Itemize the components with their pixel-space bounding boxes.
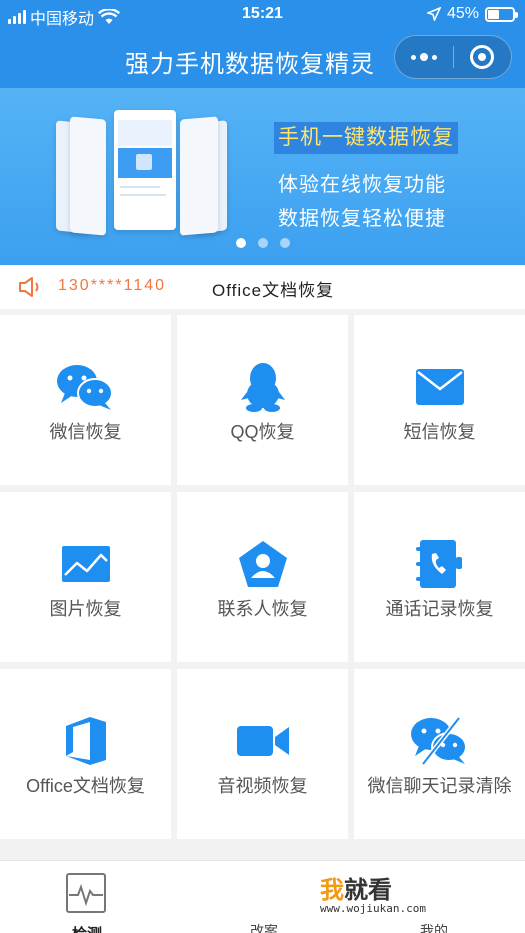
video-camera-icon [236, 726, 289, 756]
speaker-icon [19, 277, 39, 297]
feature-label: 音视频恢复 [217, 776, 308, 796]
contact-icon [238, 541, 287, 587]
picture-icon [61, 546, 110, 582]
feature-label: 联系人恢复 [217, 599, 308, 619]
sms-recovery-button[interactable]: 短信恢复 [354, 315, 525, 485]
watermark-logo: 我就看 www.wojiukan.com [230, 862, 520, 920]
feature-label: QQ恢复 [230, 422, 295, 442]
wechat-clear-button[interactable]: 微信聊天记录清除 [354, 669, 525, 839]
wechat-clear-icon [410, 716, 467, 766]
wechat-icon [56, 365, 113, 410]
carousel-dot[interactable] [257, 238, 268, 248]
close-ring-icon [470, 45, 495, 69]
feature-label: Office文档恢复 [26, 776, 145, 796]
tab-check[interactable]: 检测 [62, 869, 112, 933]
picture-recovery-button[interactable]: 图片恢复 [0, 492, 171, 662]
notice-phone: 130****1140 [58, 277, 167, 294]
battery-percent: 45% [446, 5, 479, 22]
call-log-recovery-button[interactable]: 通话记录恢复 [354, 492, 525, 662]
close-button[interactable] [454, 36, 512, 78]
office-recovery-button[interactable]: Office文档恢复 [0, 669, 171, 839]
media-recovery-button[interactable]: 音视频恢复 [177, 669, 348, 839]
feature-label: 微信聊天记录清除 [367, 776, 512, 796]
pulse-icon [66, 873, 106, 913]
feature-label: 通话记录恢复 [385, 599, 494, 619]
watermark-url: www.wojiukan.com [320, 902, 426, 915]
carousel-dot[interactable] [235, 238, 246, 248]
banner-line-3: 数据恢复轻松便捷 [278, 208, 446, 230]
banner-line-2: 体验在线恢复功能 [278, 174, 446, 196]
contact-recovery-button[interactable]: 联系人恢复 [177, 492, 348, 662]
feature-label: 短信恢复 [403, 422, 476, 442]
tab-2[interactable]: 改案 [250, 921, 278, 933]
status-bar: 中国移动 15:21 45% [0, 0, 525, 30]
more-dots-icon [410, 53, 437, 61]
notice-bar: 130****1140 Office文档恢复 [0, 265, 525, 309]
battery-level [488, 9, 499, 19]
notice-text: Office文档恢复 [212, 281, 335, 300]
office-icon [65, 717, 106, 765]
tab-label: 检测 [62, 923, 112, 933]
wechat-recovery-button[interactable]: 微信恢复 [0, 315, 171, 485]
qq-penguin-icon [240, 363, 285, 412]
banner-highlight: 手机一键数据恢复 [274, 122, 458, 154]
nav-bar: 强力手机数据恢复精灵 [0, 30, 525, 88]
tab-3[interactable]: 我的 [420, 921, 448, 933]
envelope-icon [415, 369, 464, 405]
banner-carousel[interactable]: 手机一键数据恢复 体验在线恢复功能 数据恢复轻松便捷 [0, 88, 525, 265]
location-icon [426, 7, 441, 21]
feature-label: 图片恢复 [49, 599, 122, 619]
watermark-brand: 我就看 [320, 877, 392, 904]
mini-program-capsule [394, 35, 512, 79]
call-log-icon [415, 540, 462, 588]
more-button[interactable] [395, 36, 453, 78]
qq-recovery-button[interactable]: QQ恢复 [177, 315, 348, 485]
carousel-dot[interactable] [279, 238, 290, 248]
battery-icon [485, 6, 518, 22]
feature-label: 微信恢复 [49, 422, 122, 442]
carousel-indicator[interactable] [0, 238, 525, 248]
